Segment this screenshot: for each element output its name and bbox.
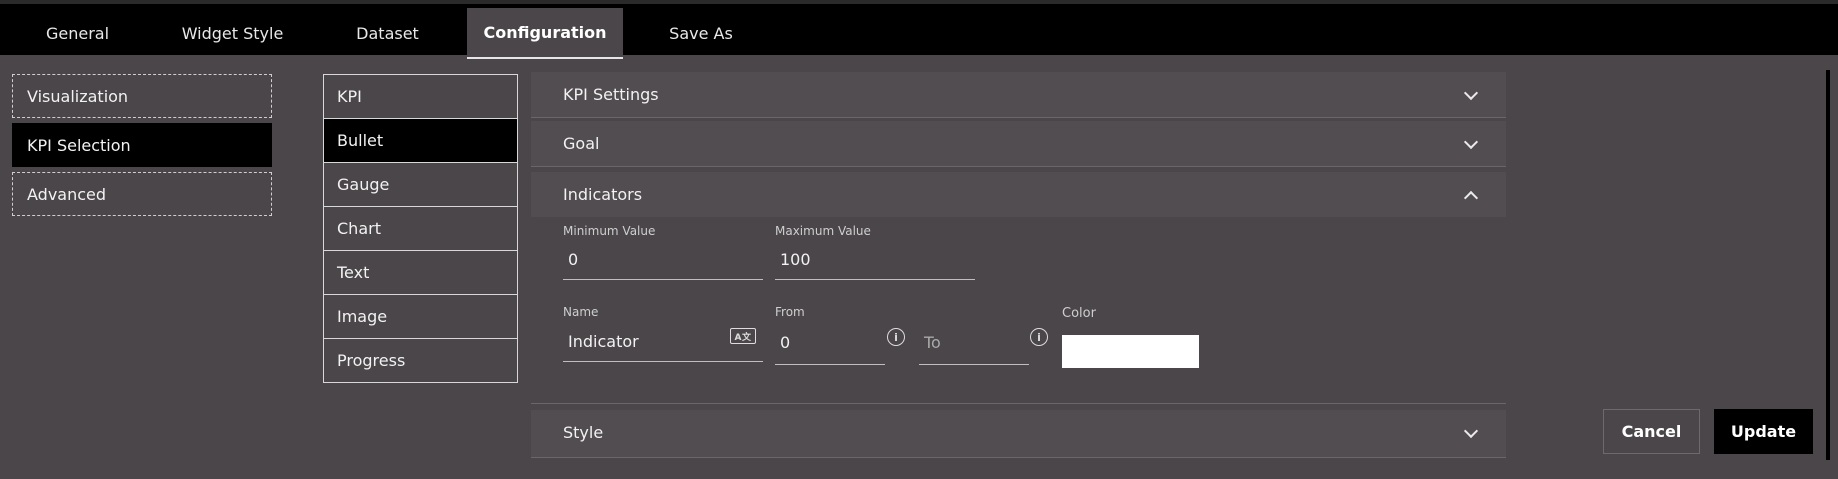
tab-save-as[interactable]: Save As (645, 8, 757, 59)
chevron-down-icon (1463, 423, 1479, 438)
kpi-settings-header[interactable]: KPI Settings (531, 72, 1506, 117)
tab-configuration[interactable]: Configuration (467, 8, 623, 59)
color-swatch[interactable] (1062, 335, 1199, 368)
chevron-up-icon (1463, 190, 1479, 205)
update-button[interactable]: Update (1714, 409, 1813, 454)
style-title: Style (563, 423, 604, 442)
translate-icon[interactable]: A文 (730, 328, 756, 344)
cancel-button[interactable]: Cancel (1603, 409, 1700, 454)
nav-item-visualization[interactable]: Visualization (12, 74, 272, 118)
indicators-header[interactable]: Indicators (531, 172, 1506, 217)
chevron-down-icon (1463, 85, 1479, 100)
section-nav: Visualization KPI Selection Advanced (12, 74, 272, 221)
minimum-value-input[interactable]: 0 (563, 240, 763, 280)
from-label: From (775, 305, 805, 319)
kpi-type-gauge[interactable]: Gauge (324, 163, 517, 207)
style-header[interactable]: Style (531, 410, 1506, 455)
kpi-settings-panel: KPI Settings (531, 72, 1506, 118)
indicators-title: Indicators (563, 185, 643, 204)
kpi-type-list: KPI Bullet Gauge Chart Text Image Progre… (323, 74, 518, 383)
maximum-value-input[interactable]: 100 (775, 240, 975, 280)
kpi-settings-title: KPI Settings (563, 85, 659, 104)
indicators-panel: Indicators (531, 172, 1506, 217)
to-input[interactable]: To (919, 321, 1029, 365)
indicators-body: Minimum Value 0 Maximum Value 100 Name I… (531, 218, 1506, 404)
goal-header[interactable]: Goal (531, 121, 1506, 166)
maximum-value-label: Maximum Value (775, 224, 871, 238)
info-icon[interactable]: i (1030, 328, 1048, 346)
from-input[interactable]: 0 (775, 321, 885, 365)
kpi-type-image[interactable]: Image (324, 295, 517, 339)
kpi-type-bullet[interactable]: Bullet (324, 119, 517, 163)
goal-title: Goal (563, 134, 600, 153)
info-icon[interactable]: i (887, 328, 905, 346)
kpi-type-text[interactable]: Text (324, 251, 517, 295)
style-panel: Style (531, 410, 1506, 458)
indicator-name-value: Indicator (568, 331, 639, 351)
nav-item-kpi-selection[interactable]: KPI Selection (12, 123, 272, 167)
scrollbar[interactable] (1826, 70, 1830, 460)
goal-panel: Goal (531, 121, 1506, 167)
chevron-down-icon (1463, 134, 1479, 149)
kpi-type-chart[interactable]: Chart (324, 207, 517, 251)
top-tab-bar: General Widget Style Dataset Configurati… (0, 0, 1838, 59)
color-label: Color (1062, 306, 1096, 321)
name-label: Name (563, 305, 599, 319)
kpi-type-progress[interactable]: Progress (324, 339, 517, 382)
kpi-type-kpi[interactable]: KPI (324, 75, 517, 119)
tab-widget-style[interactable]: Widget Style (160, 8, 305, 59)
minimum-value-label: Minimum Value (563, 224, 656, 238)
tab-dataset[interactable]: Dataset (330, 8, 445, 59)
nav-item-advanced[interactable]: Advanced (12, 172, 272, 216)
tab-general[interactable]: General (20, 8, 135, 59)
